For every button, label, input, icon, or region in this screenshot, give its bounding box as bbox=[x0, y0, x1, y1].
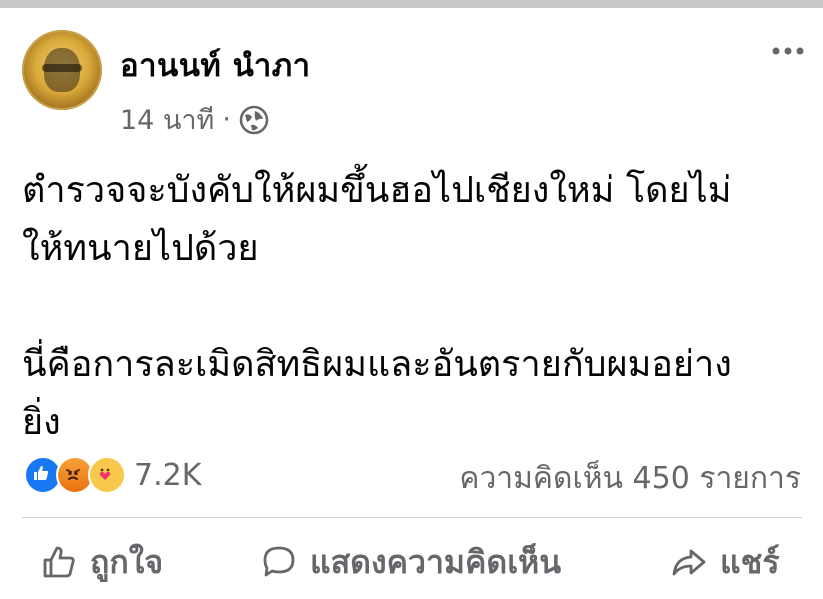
meta-separator: · bbox=[222, 104, 231, 135]
comment-label: แสดงความคิดเห็น bbox=[310, 542, 562, 581]
share-arrow-icon bbox=[670, 543, 708, 581]
avatar[interactable] bbox=[22, 30, 102, 110]
share-button[interactable]: แชร์ bbox=[670, 532, 780, 592]
comment-button[interactable]: แสดงความคิดเห็น bbox=[260, 532, 561, 592]
top-divider-bar bbox=[0, 0, 823, 8]
comment-bubble-icon bbox=[260, 543, 298, 581]
reactions-summary[interactable]: 7.2K bbox=[24, 455, 201, 495]
action-bar: ถูกใจ แสดงความคิดเห็น แชร์ bbox=[0, 532, 823, 592]
globe-icon bbox=[239, 105, 269, 135]
actions-divider bbox=[22, 517, 802, 518]
care-reaction-icon bbox=[88, 456, 126, 494]
like-button[interactable]: ถูกใจ bbox=[40, 532, 163, 592]
share-label: แชร์ bbox=[720, 542, 780, 581]
author-name[interactable]: อานนท์ นำภา bbox=[120, 40, 311, 90]
thumbs-up-icon bbox=[40, 543, 78, 581]
post-body: ตำรวจจะบังคับให้ผมขึ้นฮอไปเชียงใหม่ โดยไ… bbox=[22, 170, 732, 443]
more-options-icon[interactable] bbox=[768, 36, 808, 66]
avatar-glasses bbox=[42, 64, 82, 72]
like-label: ถูกใจ bbox=[90, 542, 164, 581]
post-meta: 14 นาที · bbox=[120, 98, 269, 141]
comments-count-link[interactable]: ความคิดเห็น 450 รายการ bbox=[459, 455, 801, 502]
reactions-count: 7.2K bbox=[134, 457, 202, 493]
post-time[interactable]: 14 นาที bbox=[120, 98, 214, 141]
